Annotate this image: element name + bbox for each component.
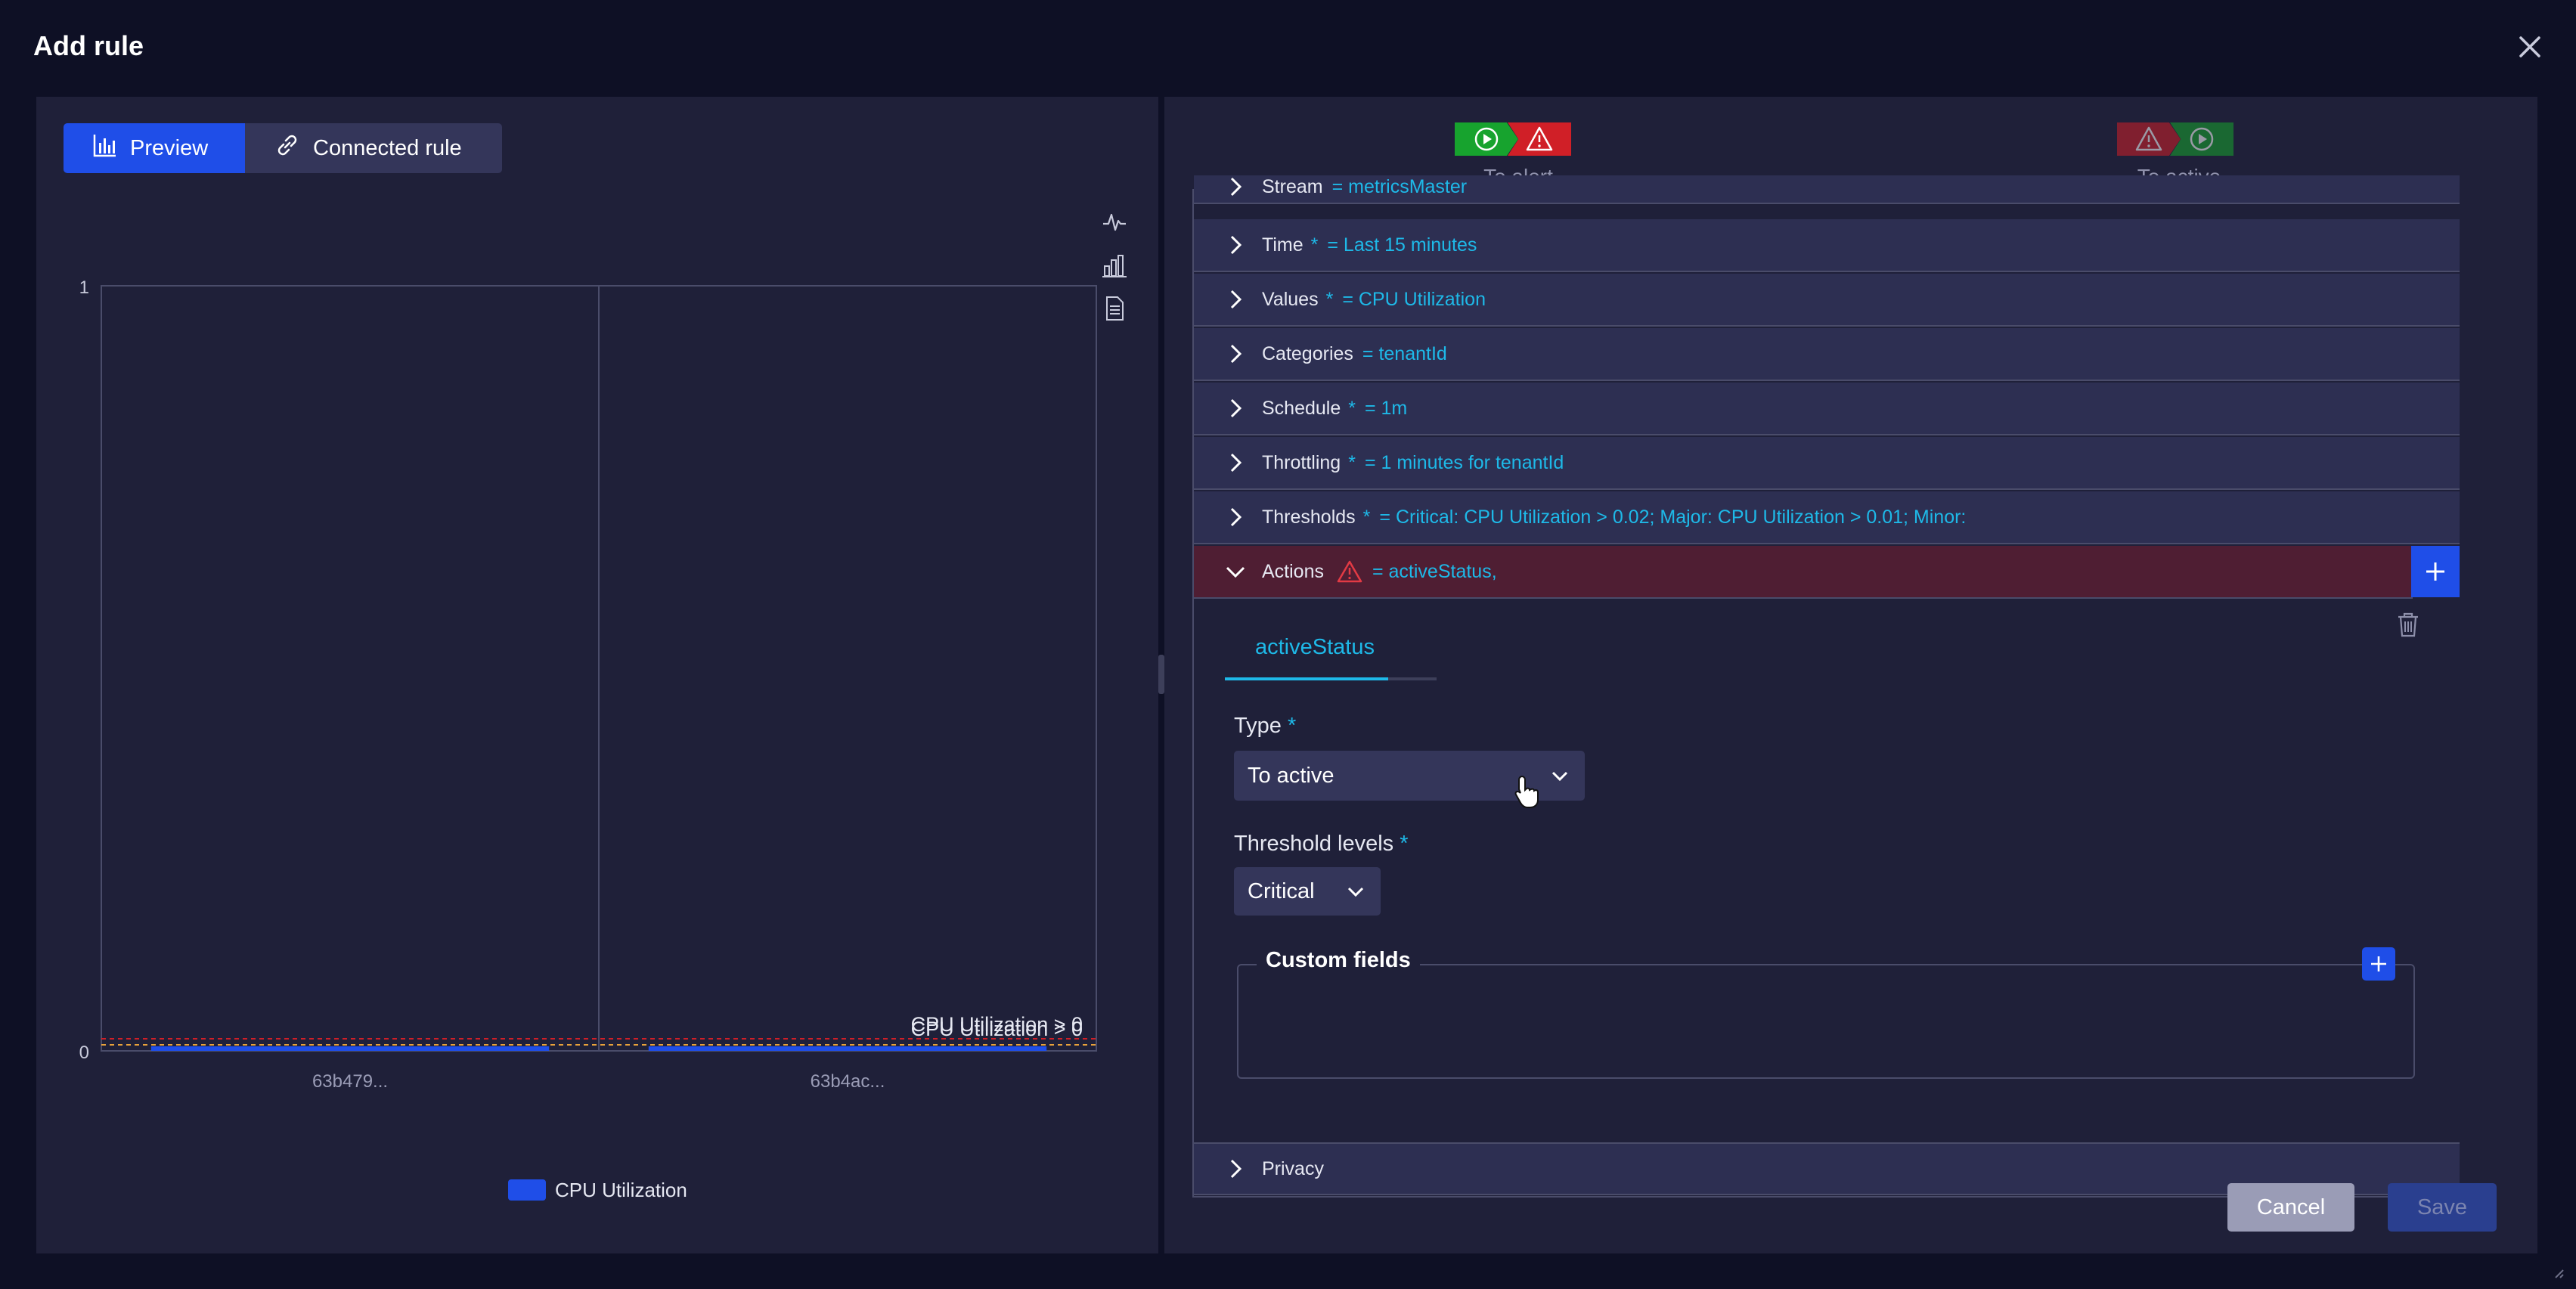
required-marker: *: [1325, 288, 1334, 310]
section-actions[interactable]: Actions = activeStatus,: [1194, 546, 2413, 599]
section-throttling[interactable]: Throttling * = 1 minutes for tenantId: [1194, 437, 2460, 490]
plus-icon: [2371, 956, 2386, 971]
required-marker: *: [1348, 397, 1356, 419]
section-time[interactable]: Time * = Last 15 minutes: [1194, 219, 2460, 272]
section-stream-label: Stream: [1262, 176, 1323, 197]
bar: [648, 1046, 1047, 1051]
legend-label: CPU Utilization: [555, 1179, 687, 1201]
section-thresholds-value: = Critical: CPU Utilization > 0.02; Majo…: [1379, 506, 1967, 528]
chevron-down-icon: [1226, 566, 1245, 578]
cancel-button[interactable]: Cancel: [2227, 1183, 2354, 1232]
x-tick-label: 63b479...: [312, 1071, 388, 1092]
chevron-right-icon: [1230, 290, 1242, 309]
warning-icon: [1337, 560, 1362, 583]
section-throttling-label: Throttling: [1262, 451, 1341, 473]
splitter-handle[interactable]: [1158, 655, 1164, 694]
section-time-value: = Last 15 minutes: [1327, 234, 1477, 256]
type-select-value: To active: [1248, 763, 1334, 788]
tab-active-status[interactable]: activeStatus: [1255, 635, 1375, 660]
dialog-title: Add rule: [33, 30, 144, 61]
threshold-levels-select[interactable]: Critical: [1234, 867, 1381, 916]
section-categories-label: Categories: [1262, 342, 1353, 364]
threshold-levels-value: Critical: [1248, 878, 1315, 903]
section-schedule[interactable]: Schedule * = 1m: [1194, 383, 2460, 435]
section-schedule-label: Schedule: [1262, 397, 1341, 419]
x-tick-label: 63b4ac...: [811, 1071, 885, 1092]
section-throttling-value: = 1 minutes for tenantId: [1364, 451, 1564, 473]
required-marker: *: [1362, 506, 1371, 528]
section-categories-value: = tenantId: [1362, 342, 1447, 364]
chevron-right-icon: [1230, 398, 1242, 418]
section-values-label: Values: [1262, 288, 1319, 310]
y-tick-label: 1: [79, 277, 89, 298]
flow-to-active[interactable]: [2117, 122, 2233, 156]
flow-to-alert[interactable]: [1455, 122, 1571, 156]
chevron-down-icon: [1347, 887, 1364, 897]
close-icon[interactable]: [2512, 29, 2548, 65]
chevron-right-icon: [1230, 453, 1242, 473]
section-actions-label: Actions: [1262, 560, 1324, 582]
section-thresholds[interactable]: Thresholds * = Critical: CPU Utilization…: [1194, 491, 2460, 544]
add-action-button[interactable]: [2411, 546, 2460, 597]
save-button[interactable]: Save: [2388, 1183, 2497, 1232]
section-time-label: Time: [1262, 234, 1303, 256]
section-actions-value: = activeStatus,: [1372, 560, 1497, 582]
chevron-right-icon: [1230, 344, 1242, 364]
section-categories[interactable]: Categories = tenantId: [1194, 328, 2460, 381]
bar: [150, 1046, 550, 1051]
mouse-cursor-icon: [1514, 774, 1541, 813]
section-stream[interactable]: Stream = metricsMaster: [1194, 175, 2460, 204]
add-custom-field-button[interactable]: [2362, 947, 2395, 981]
section-thresholds-label: Thresholds: [1262, 506, 1356, 528]
chevron-right-icon: [1230, 177, 1242, 197]
plus-icon: [2426, 562, 2444, 581]
preview-chart: CPU Utilization > 0CPU Utilization > 0 1…: [79, 277, 1097, 1201]
chevron-right-icon: [1230, 507, 1242, 527]
threshold-levels-label: Threshold levels *: [1234, 832, 1409, 856]
custom-fields-group: [1237, 964, 2415, 1079]
section-values[interactable]: Values * = CPU Utilization: [1194, 274, 2460, 327]
chevron-down-icon: [1551, 771, 1568, 782]
y-tick-label: 0: [79, 1043, 89, 1063]
required-marker: *: [1310, 234, 1319, 256]
resize-grip-icon[interactable]: [2550, 1264, 2565, 1283]
warning-icon: [2117, 122, 2181, 156]
section-schedule-value: = 1m: [1364, 397, 1408, 419]
custom-fields-label: Custom fields: [1257, 948, 1420, 973]
legend-swatch: [508, 1179, 546, 1201]
threshold-label: CPU Utilization > 0: [911, 1018, 1083, 1040]
section-values-value: = CPU Utilization: [1342, 288, 1486, 310]
type-label: Type *: [1234, 714, 1297, 738]
trash-icon[interactable]: [2395, 611, 2421, 642]
tab-underline-active: [1225, 677, 1388, 680]
chevron-right-icon: [1230, 1159, 1242, 1179]
required-marker: *: [1348, 451, 1356, 473]
section-stream-value: = metricsMaster: [1331, 176, 1468, 197]
chevron-right-icon: [1230, 235, 1242, 255]
play-circle-icon: [1455, 122, 1518, 156]
section-privacy-label: Privacy: [1262, 1157, 1324, 1179]
